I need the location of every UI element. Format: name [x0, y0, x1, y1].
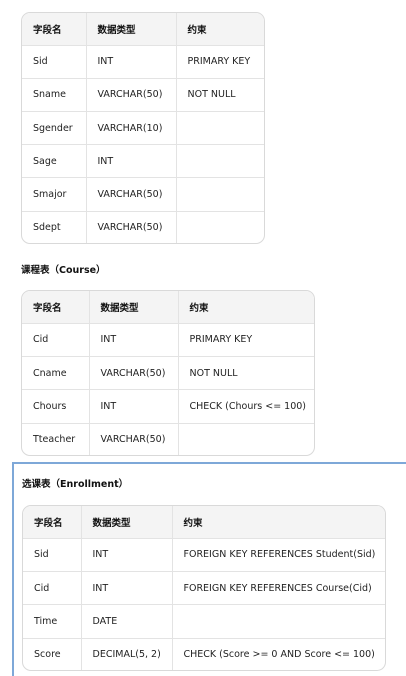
- student-table: 字段名 数据类型 约束 Sid INT PRIMARY KEY Sname VA…: [21, 12, 265, 244]
- cell-constraint: [176, 177, 264, 212]
- header-field-name: 字段名: [22, 13, 87, 46]
- cell-constraint: [176, 211, 264, 243]
- header-data-type: 数据类型: [81, 506, 173, 539]
- table-row: Sgender VARCHAR(10): [22, 111, 264, 146]
- cell-field: Cid: [22, 323, 90, 357]
- cell-type: INT: [86, 45, 177, 79]
- cell-type: DATE: [81, 604, 173, 639]
- header-constraint: 约束: [172, 506, 385, 539]
- cell-type: INT: [89, 323, 179, 357]
- cell-constraint: [178, 423, 314, 455]
- table-row: Cid INT FOREIGN KEY REFERENCES Course(Ci…: [23, 571, 385, 606]
- cell-constraint: [176, 111, 264, 146]
- header-data-type: 数据类型: [89, 291, 179, 324]
- table-row: Chours INT CHECK (Chours <= 100): [22, 389, 314, 424]
- cell-type: VARCHAR(50): [86, 78, 177, 112]
- header-constraint: 约束: [178, 291, 314, 324]
- cell-field: Chours: [22, 389, 90, 424]
- table-row: Sage INT: [22, 144, 264, 179]
- cell-constraint: NOT NULL: [176, 78, 264, 112]
- header-field-name: 字段名: [23, 506, 82, 539]
- table-row: Tteacher VARCHAR(50): [22, 423, 314, 455]
- cell-field: Time: [23, 604, 82, 639]
- cell-type: VARCHAR(50): [89, 356, 179, 391]
- table-row: Sid INT PRIMARY KEY: [22, 45, 264, 79]
- cell-field: Sdept: [22, 211, 87, 243]
- table-row: Time DATE: [23, 604, 385, 639]
- cell-field: Cid: [23, 571, 82, 606]
- enrollment-table: 字段名 数据类型 约束 Sid INT FOREIGN KEY REFERENC…: [22, 505, 386, 671]
- cell-constraint: [176, 144, 264, 179]
- table-row: Score DECIMAL(5, 2) CHECK (Score >= 0 AN…: [23, 638, 385, 670]
- header-field-name: 字段名: [22, 291, 90, 324]
- table-header-row: 字段名 数据类型 约束: [22, 13, 264, 46]
- header-data-type: 数据类型: [86, 13, 177, 46]
- cell-type: VARCHAR(50): [86, 211, 177, 243]
- header-constraint: 约束: [176, 13, 264, 46]
- cell-constraint: FOREIGN KEY REFERENCES Student(Sid): [172, 538, 385, 572]
- course-table-title: 课程表（Course）: [21, 265, 106, 276]
- enrollment-table-title: 选课表（Enrollment）: [22, 479, 129, 490]
- cell-field: Score: [23, 638, 82, 670]
- cell-field: Sname: [22, 78, 87, 112]
- cell-type: VARCHAR(50): [89, 423, 179, 455]
- table-row: Sdept VARCHAR(50): [22, 211, 264, 243]
- cell-type: VARCHAR(10): [86, 111, 177, 146]
- table-row: Cid INT PRIMARY KEY: [22, 323, 314, 357]
- cell-type: INT: [86, 144, 177, 179]
- cell-field: Smajor: [22, 177, 87, 212]
- cell-type: INT: [81, 538, 173, 572]
- cell-field: Sgender: [22, 111, 87, 146]
- cell-type: DECIMAL(5, 2): [81, 638, 173, 670]
- table-row: Smajor VARCHAR(50): [22, 177, 264, 212]
- cell-field: Sid: [22, 45, 87, 79]
- cell-constraint: CHECK (Chours <= 100): [178, 389, 314, 424]
- table-header-row: 字段名 数据类型 约束: [22, 291, 314, 324]
- cell-constraint: PRIMARY KEY: [178, 323, 314, 357]
- course-table: 字段名 数据类型 约束 Cid INT PRIMARY KEY Cname VA…: [21, 290, 315, 456]
- cell-constraint: [172, 604, 385, 639]
- cell-constraint: NOT NULL: [178, 356, 314, 391]
- cell-type: INT: [81, 571, 173, 606]
- cell-type: VARCHAR(50): [86, 177, 177, 212]
- cell-constraint: CHECK (Score >= 0 AND Score <= 100): [183, 648, 375, 660]
- cell-constraint: PRIMARY KEY: [176, 45, 264, 79]
- table-row: Cname VARCHAR(50) NOT NULL: [22, 356, 314, 391]
- table-row: Sname VARCHAR(50) NOT NULL: [22, 78, 264, 112]
- cell-field: Sage: [22, 144, 87, 179]
- cell-constraint: FOREIGN KEY REFERENCES Course(Cid): [172, 571, 385, 606]
- table-header-row: 字段名 数据类型 约束: [23, 506, 385, 539]
- table-row: Sid INT FOREIGN KEY REFERENCES Student(S…: [23, 538, 385, 572]
- cell-field: Tteacher: [22, 423, 90, 455]
- cell-field: Cname: [22, 356, 90, 391]
- cell-field: Sid: [23, 538, 82, 572]
- cell-type: INT: [89, 389, 179, 424]
